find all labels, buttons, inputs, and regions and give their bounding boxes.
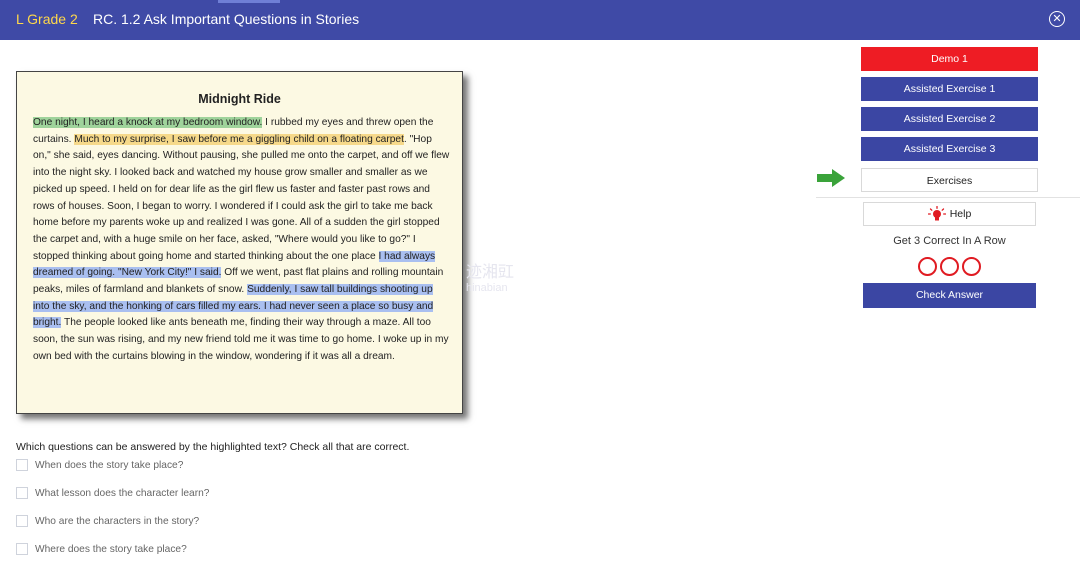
option-label[interactable]: Where does the story take place? bbox=[35, 544, 187, 555]
answer-option[interactable]: Who are the characters in the story? bbox=[16, 514, 199, 528]
story-panel: Midnight Ride One night, I heard a knock… bbox=[16, 71, 463, 414]
streak-circle bbox=[962, 257, 981, 276]
arrow-right-icon bbox=[817, 169, 845, 187]
streak-circle bbox=[918, 257, 937, 276]
page-title: RC. 1.2 Ask Important Questions in Stori… bbox=[93, 11, 360, 27]
top-bar: L Grade 2 RC. 1.2 Ask Important Question… bbox=[0, 0, 1080, 40]
checkbox[interactable] bbox=[16, 543, 28, 555]
story-segment: . "Hop on," she said, eyes dancing. With… bbox=[33, 133, 450, 262]
streak-indicator bbox=[863, 257, 1036, 276]
watermark-subtext: hinabian bbox=[466, 282, 508, 294]
assisted-exercise-1-button[interactable]: Assisted Exercise 1 bbox=[861, 77, 1038, 101]
checkbox[interactable] bbox=[16, 487, 28, 499]
help-label: Help bbox=[949, 208, 972, 220]
answer-option[interactable]: When does the story take place? bbox=[16, 458, 183, 472]
help-button[interactable]: Help bbox=[863, 202, 1036, 226]
question-prompt: Which questions can be answered by the h… bbox=[16, 441, 410, 453]
story-segment: The people looked like ants beneath me, … bbox=[33, 317, 449, 362]
checkbox[interactable] bbox=[16, 459, 28, 471]
tab-indicator bbox=[218, 0, 280, 3]
highlighted-text: One night, I heard a knock at my bedroom… bbox=[33, 117, 263, 128]
streak-label: Get 3 Correct In A Row bbox=[893, 235, 1006, 247]
checkbox[interactable] bbox=[16, 515, 28, 527]
exercises-button[interactable]: Exercises bbox=[861, 168, 1038, 192]
option-label[interactable]: What lesson does the character learn? bbox=[35, 488, 209, 499]
check-answer-button[interactable]: Check Answer bbox=[863, 283, 1036, 308]
lightbulb-icon bbox=[927, 206, 946, 221]
assisted-exercise-3-button[interactable]: Assisted Exercise 3 bbox=[861, 137, 1038, 161]
streak-circle bbox=[940, 257, 959, 276]
divider bbox=[816, 197, 1080, 198]
option-label[interactable]: Who are the characters in the story? bbox=[35, 516, 199, 527]
assisted-exercise-2-button[interactable]: Assisted Exercise 2 bbox=[861, 107, 1038, 131]
story-title: Midnight Ride bbox=[198, 92, 281, 106]
watermark-text: 迹湘豇 bbox=[466, 264, 515, 281]
grade-label: L Grade 2 bbox=[16, 11, 78, 27]
demo-button[interactable]: Demo 1 bbox=[861, 47, 1038, 71]
highlighted-text: Much to my surprise, I saw before me a g… bbox=[74, 133, 404, 145]
story-text: One night, I heard a knock at my bedroom… bbox=[33, 115, 451, 366]
answer-option[interactable]: Where does the story take place? bbox=[16, 542, 187, 556]
close-icon[interactable]: ✕ bbox=[1049, 11, 1065, 27]
option-label[interactable]: When does the story take place? bbox=[35, 460, 183, 471]
answer-option[interactable]: What lesson does the character learn? bbox=[16, 486, 209, 500]
